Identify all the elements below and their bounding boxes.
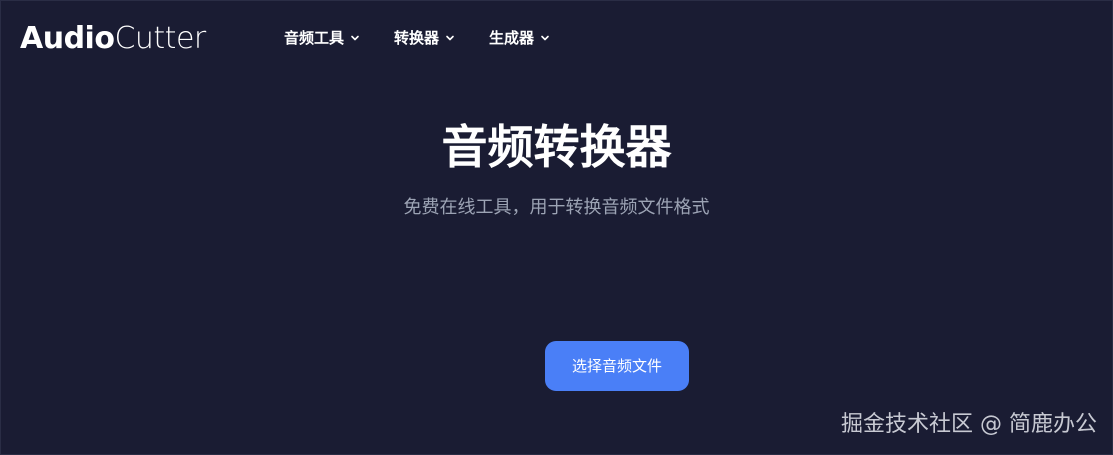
site-header: AudioCutter 音频工具 转换器 生成器: [1, 1, 1112, 77]
chevron-down-icon: [350, 33, 360, 43]
nav-item-generators[interactable]: 生成器: [489, 27, 550, 49]
nav-item-audio-tools[interactable]: 音频工具: [284, 27, 360, 49]
nav-item-label: 生成器: [489, 29, 535, 47]
select-audio-file-button[interactable]: 选择音频文件: [545, 341, 689, 391]
nav-item-converters[interactable]: 转换器: [394, 27, 455, 49]
nav-item-label: 音频工具: [284, 29, 345, 47]
nav-item-label: 转换器: [394, 29, 440, 47]
watermark: 掘金技术社区 @ 简鹿办公: [841, 412, 1097, 437]
page-title: 音频转换器: [441, 120, 672, 174]
logo-text-light: Cutter: [114, 21, 206, 56]
logo-text-bold: Audio: [20, 21, 115, 56]
logo[interactable]: AudioCutter: [20, 19, 206, 59]
page-subtitle: 免费在线工具，用于转换音频文件格式: [403, 197, 710, 218]
chevron-down-icon: [445, 33, 455, 43]
main-nav: 音频工具 转换器 生成器: [284, 27, 550, 49]
chevron-down-icon: [540, 33, 550, 43]
